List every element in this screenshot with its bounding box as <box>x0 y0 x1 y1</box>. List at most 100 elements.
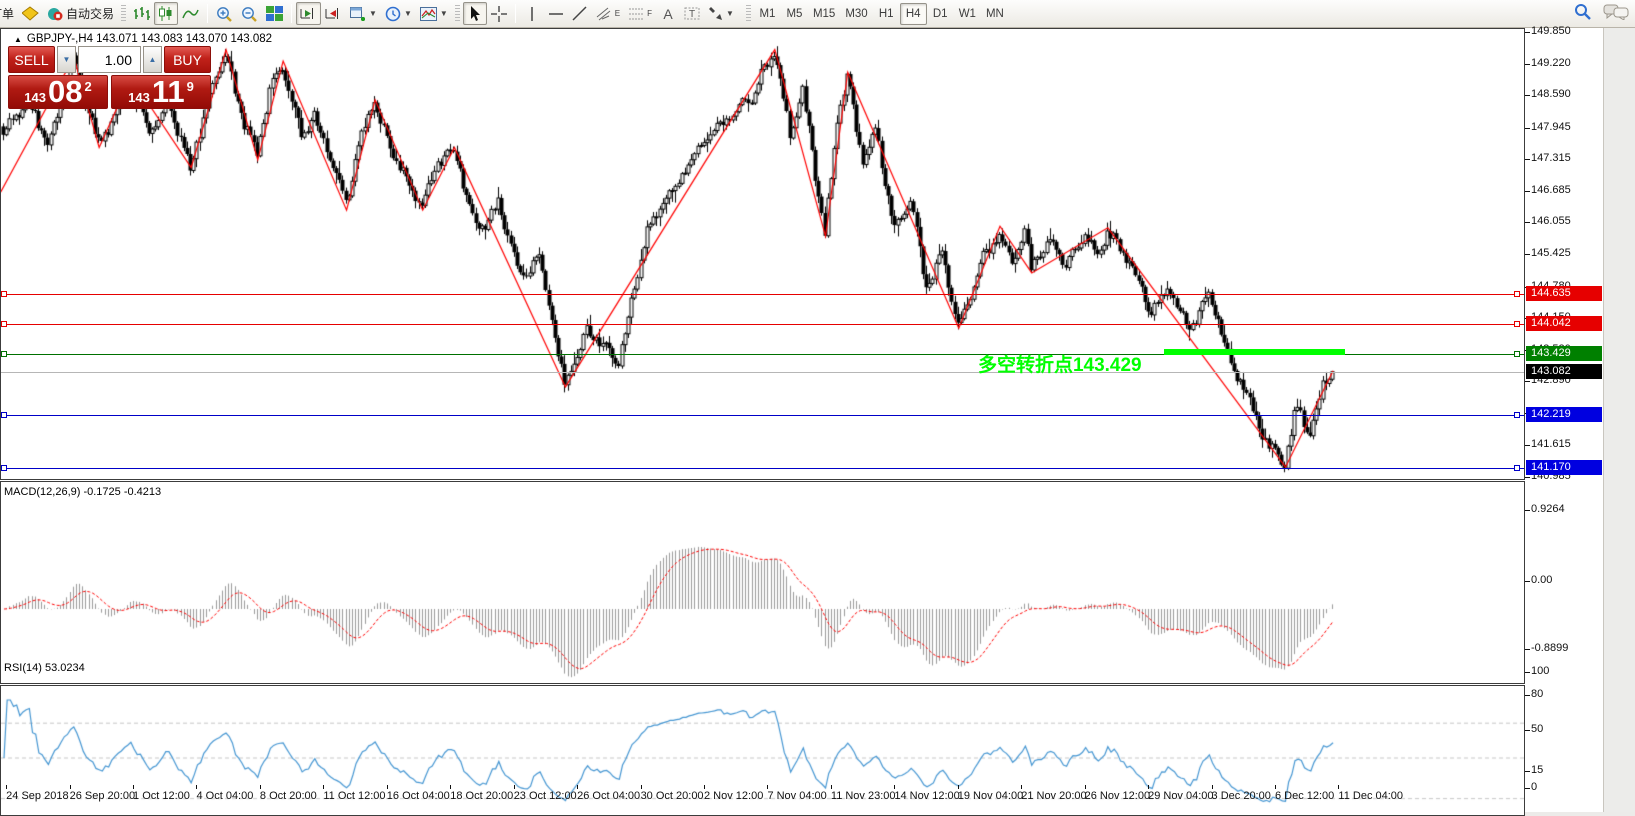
arrows-tool[interactable]: ▼ <box>704 2 738 25</box>
price-axis-tick: 147.315 <box>1531 152 1571 164</box>
clock-icon <box>385 6 401 22</box>
tile-windows-icon <box>266 6 283 21</box>
zoom-in-button[interactable] <box>212 2 237 25</box>
price-axis-tick: 149.850 <box>1531 25 1571 37</box>
collapse-arrow-icon[interactable]: ▲ <box>14 35 22 44</box>
autotrading-button[interactable]: 自动交易 <box>43 2 118 25</box>
macd-axis-tickmark <box>1525 581 1530 582</box>
volume-increase-button[interactable]: ▲ <box>143 46 162 73</box>
date-axis-label: 30 Oct 20:00 <box>641 790 704 802</box>
timeframe-w1[interactable]: W1 <box>954 3 981 25</box>
candlestick-canvas[interactable] <box>1 29 1524 479</box>
chart-shift-button[interactable] <box>321 2 346 25</box>
cursor-button[interactable] <box>463 2 487 25</box>
timeframe-m1[interactable]: M1 <box>754 3 781 25</box>
one-click-trading-panel: SELL ▼ 1.00 ▲ BUY 143 08 2 143 11 9 <box>8 46 211 109</box>
date-axis-tickmark <box>1212 785 1213 789</box>
chat-icon[interactable] <box>1603 4 1629 20</box>
buy-button[interactable]: BUY <box>164 46 211 73</box>
timeframe-m15[interactable]: M15 <box>808 3 840 25</box>
price-axis-tickmark <box>1525 381 1530 382</box>
equidistant-channel-tool[interactable]: E <box>592 2 624 25</box>
price-axis-tickmark <box>1525 445 1530 446</box>
date-axis-label: 26 Sep 20:00 <box>70 790 135 802</box>
volume-input[interactable]: 1.00 <box>78 46 141 73</box>
date-axis-tickmark <box>704 785 705 789</box>
text-tool[interactable]: A <box>656 2 680 25</box>
rsi-axis-tick: 100 <box>1531 665 1549 677</box>
price-axis-tickmark <box>1525 222 1530 223</box>
macd-canvas[interactable] <box>1 482 1524 683</box>
timeframe-d1[interactable]: D1 <box>927 3 954 25</box>
line-handle[interactable] <box>1 412 7 418</box>
vertical-line-tool[interactable] <box>520 2 544 25</box>
cursor-icon <box>468 6 481 22</box>
new-chart-button[interactable]: ▼ <box>346 2 381 25</box>
templates-button[interactable]: ▼ <box>416 2 452 25</box>
search-icon[interactable] <box>1574 3 1591 20</box>
timeframe-m30[interactable]: M30 <box>840 3 872 25</box>
autoscroll-button[interactable] <box>296 2 321 25</box>
price-axis-tickmark <box>1525 159 1530 160</box>
metaeditor-icon <box>22 6 39 21</box>
chart-shift-icon <box>325 6 342 21</box>
line-handle[interactable] <box>1514 412 1520 418</box>
date-axis-label: 29 Nov 04:00 <box>1148 790 1213 802</box>
price-axis-tickmark <box>1525 191 1530 192</box>
text-label-tool[interactable]: T <box>680 2 704 25</box>
date-axis-tickmark <box>260 785 261 789</box>
rsi-axis-tickmark <box>1525 695 1530 696</box>
metaeditor-button[interactable] <box>18 2 43 25</box>
date-axis-tickmark <box>6 785 7 789</box>
date-axis-tickmark <box>387 785 388 789</box>
date-axis-tickmark <box>133 785 134 789</box>
timeframe-h1[interactable]: H1 <box>873 3 900 25</box>
bar-chart-icon <box>133 6 150 21</box>
svg-text:T: T <box>689 9 695 20</box>
price-line-141.170[interactable] <box>1 468 1524 469</box>
price-line-144.042[interactable] <box>1 324 1524 325</box>
line-handle[interactable] <box>1514 351 1520 357</box>
crosshair-button[interactable] <box>487 2 511 25</box>
profiles-button[interactable]: ▼ <box>381 2 416 25</box>
horizontal-line-icon <box>548 9 564 19</box>
new-order-button[interactable]: 订单 <box>0 2 18 25</box>
sell-button[interactable]: SELL <box>8 46 55 73</box>
line-handle[interactable] <box>1 465 7 471</box>
line-chart-button[interactable] <box>178 2 203 25</box>
date-axis-label: 11 Dec 04:00 <box>1338 790 1403 802</box>
line-handle[interactable] <box>1 321 7 327</box>
price-line-142.219[interactable] <box>1 415 1524 416</box>
chevron-down-icon: ▼ <box>404 9 412 18</box>
timeframe-m5[interactable]: M5 <box>781 3 808 25</box>
line-handle[interactable] <box>1514 465 1520 471</box>
bar-chart-button[interactable] <box>129 2 154 25</box>
line-handle[interactable] <box>1 291 7 297</box>
line-handle[interactable] <box>1514 291 1520 297</box>
text-label-icon: T <box>684 6 700 21</box>
timeframe-mn[interactable]: MN <box>981 3 1009 25</box>
line-handle[interactable] <box>1 351 7 357</box>
highlight-trendline[interactable] <box>1164 349 1345 355</box>
date-axis-label: 7 Nov 04:00 <box>767 790 826 802</box>
volume-decrease-button[interactable]: ▼ <box>57 46 76 73</box>
chevron-down-icon: ▼ <box>369 9 377 18</box>
date-axis-tickmark <box>958 785 959 789</box>
price-line-144.635[interactable] <box>1 294 1524 295</box>
sell-price-button[interactable]: 143 08 2 <box>8 75 108 109</box>
candlestick-chart-button[interactable] <box>154 2 178 25</box>
date-axis-label: 19 Nov 04:00 <box>958 790 1023 802</box>
tile-windows-button[interactable] <box>262 2 287 25</box>
fibonacci-tool[interactable]: F <box>624 2 656 25</box>
timeframe-h4[interactable]: H4 <box>900 3 927 25</box>
window-right-strip <box>1603 28 1635 812</box>
date-axis-label: 3 Dec 20:00 <box>1212 790 1271 802</box>
trendline-tool[interactable] <box>568 2 592 25</box>
buy-price-button[interactable]: 143 11 9 <box>111 75 211 109</box>
horizontal-line-tool[interactable] <box>544 2 568 25</box>
line-chart-icon <box>182 6 199 21</box>
zoom-out-button[interactable] <box>237 2 262 25</box>
date-axis-label: 2 Nov 12:00 <box>704 790 763 802</box>
date-axis-tickmark <box>1338 785 1339 789</box>
line-handle[interactable] <box>1514 321 1520 327</box>
